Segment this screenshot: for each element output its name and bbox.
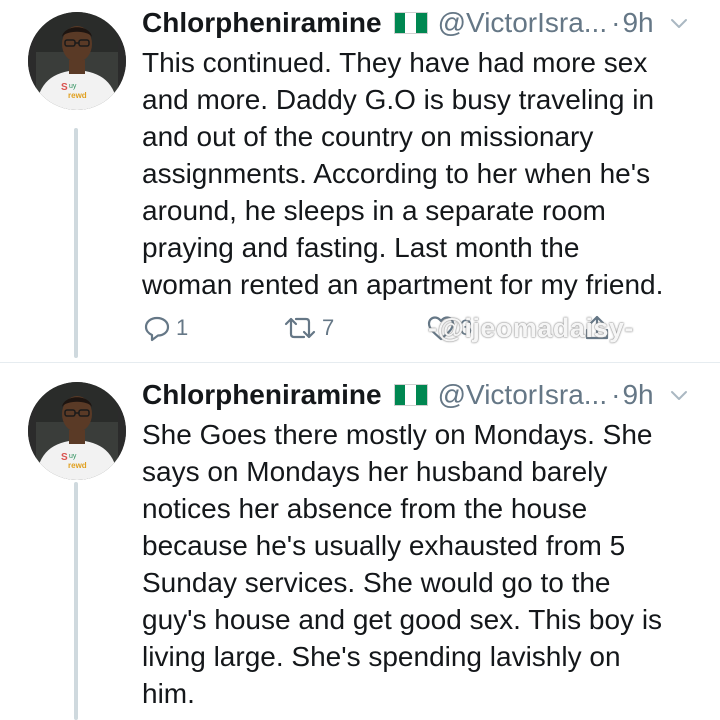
reply-button[interactable]: 1 (142, 312, 188, 344)
tweet-text-line: because he's usually exhausted from 5 (142, 530, 626, 561)
avatar[interactable]: S uy rewd (28, 12, 126, 110)
svg-text:uy: uy (69, 83, 77, 90)
avatar-image: S uy rewd (28, 12, 126, 110)
tweet-1[interactable]: S uy rewd Chlorpheniramine @VictorIsra..… (0, 0, 720, 360)
timestamp[interactable]: 9h (622, 379, 653, 411)
reply-icon (144, 316, 170, 342)
tweet-text: This continued. They have had more sex a… (142, 44, 702, 303)
retweet-button[interactable]: 7 (282, 312, 334, 344)
tweet-text-line: him. (142, 678, 195, 709)
tweet-text-line: woman rented an apartment for my friend. (142, 269, 664, 300)
tweet-text-line: and more. Daddy G.O is busy traveling in (142, 84, 655, 115)
tweet-text-line: guy's house and get good sex. This boy i… (142, 604, 663, 635)
separator-dot: · (611, 7, 621, 38)
watermark: -@ijeomadaisy- (428, 313, 634, 343)
chevron-down-icon[interactable] (666, 382, 692, 408)
separator-dot: · (611, 379, 621, 410)
svg-text:rewd: rewd (68, 461, 87, 470)
reply-count: 1 (176, 315, 189, 340)
svg-text:S: S (61, 82, 68, 93)
tweet-actions: 1 7 3 -@ijeomadaisy- (142, 312, 720, 344)
retweet-icon (284, 317, 316, 339)
tweet-text-line: This continued. They have had more sex (142, 47, 648, 78)
avatar-image: S uy rewd (28, 382, 126, 480)
avatar[interactable]: S uy rewd (28, 382, 126, 480)
tweet-text-line: and out of the country on missionary (142, 121, 594, 152)
svg-text:uy: uy (69, 453, 77, 460)
tweet-text-line: assignments. According to her when he's (142, 158, 651, 189)
display-name[interactable]: Chlorpheniramine (142, 379, 382, 411)
svg-text:rewd: rewd (68, 91, 87, 100)
tweet-text-line: praying and fasting. Last month the (142, 232, 580, 263)
chevron-down-icon[interactable] (666, 10, 692, 36)
tweet-2[interactable]: S uy rewd Chlorpheniramine @VictorIsra..… (0, 364, 720, 720)
tweet-text-line: She Goes there mostly on Mondays. She (142, 419, 653, 450)
tweet-text-line: notices her absence from the house (142, 493, 588, 524)
tweet-text-line: around, he sleeps in a separate room (142, 195, 606, 226)
tweet-header: Chlorpheniramine @VictorIsra... · 9h (142, 378, 692, 412)
tweet-divider (0, 362, 720, 363)
tweet-text-line: says on Mondays her husband barely (142, 456, 608, 487)
user-handle[interactable]: @VictorIsra... (438, 379, 608, 411)
tweet-text: She Goes there mostly on Mondays. She sa… (142, 416, 702, 712)
svg-text:S: S (61, 452, 68, 463)
tweet-text-line: Sunday services. She would go to the (142, 567, 611, 598)
timestamp[interactable]: 9h (622, 7, 653, 39)
retweet-count: 7 (322, 315, 335, 340)
display-name[interactable]: Chlorpheniramine (142, 7, 382, 39)
nigeria-flag-icon (393, 12, 428, 34)
user-handle[interactable]: @VictorIsra... (438, 7, 608, 39)
nigeria-flag-icon (393, 384, 428, 406)
tweet-header: Chlorpheniramine @VictorIsra... · 9h (142, 6, 692, 40)
tweet-text-line: living large. She's spending lavishly on (142, 641, 621, 672)
